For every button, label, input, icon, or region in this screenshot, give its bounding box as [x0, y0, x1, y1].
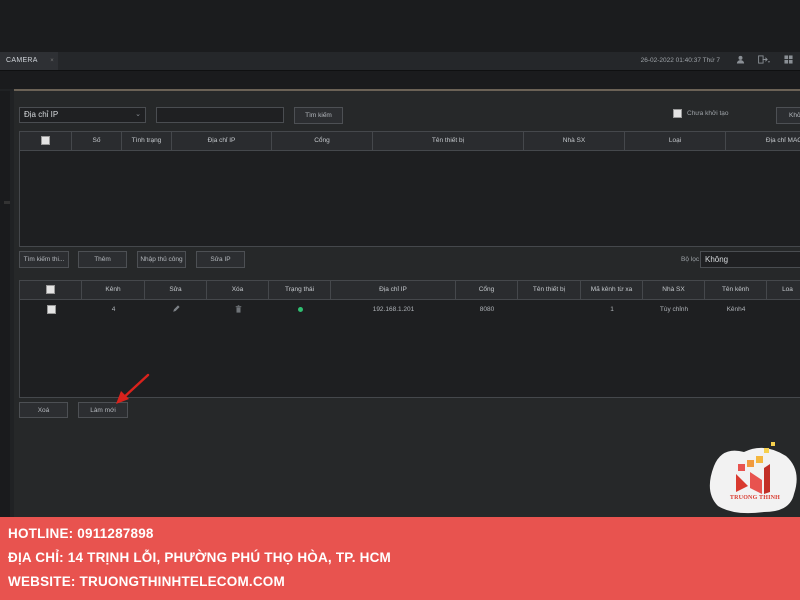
col-status: Tình trạng: [122, 132, 172, 150]
row-device-name: [518, 301, 581, 319]
col-remote-channel: Mã kênh từ xa: [581, 281, 643, 299]
channel-table-header: Kênh Sửa Xóa Trạng thái Địa chỉ IP Cổng …: [20, 281, 800, 300]
col-edit: Sửa: [145, 281, 207, 299]
col-port: Cổng: [272, 132, 373, 150]
contact-banner: HOTLINE: 0911287898 ĐỊA CHỈ: 14 TRỊNH LỖ…: [0, 517, 800, 600]
tab-close-icon[interactable]: ×: [50, 52, 54, 70]
datetime-display: 26-02-2022 01:40:37 Thứ 7: [640, 57, 720, 64]
col-type: Loại: [625, 132, 726, 150]
col-manufacturer: Nhà SX: [524, 132, 625, 150]
uninit-label: Chưa khởi tạo: [687, 110, 729, 117]
find-device-button[interactable]: Tìm kiếm thi...: [19, 251, 69, 268]
filter-dropdown[interactable]: Không: [700, 251, 800, 268]
delete-trash-icon[interactable]: [207, 301, 269, 319]
row-port: 8080: [479, 306, 495, 313]
row-channel-name: Kênh4: [726, 306, 746, 313]
logout-icon[interactable]: [758, 52, 771, 70]
channel-select-all-cell[interactable]: [20, 281, 82, 299]
col-channel: Kênh: [82, 281, 145, 299]
camera-panel: Địa chỉ IP ⌄ Tìm kiếm Chưa khởi tạo Khở …: [14, 91, 800, 517]
col-device-name: Tên thiết bị: [373, 132, 524, 150]
filter-label: Bộ lọc: [681, 256, 700, 263]
device-table-header: Số Tình trạng Địa chỉ IP Cổng Tên thiết …: [20, 132, 800, 151]
col-channel-port: Cổng: [456, 281, 518, 299]
device-search-table: Số Tình trạng Địa chỉ IP Cổng Tên thiết …: [19, 131, 800, 247]
hotline-text: HOTLINE: 0911287898: [8, 526, 154, 541]
manual-add-button[interactable]: Nhập thủ công: [137, 251, 186, 268]
col-delete: Xóa: [207, 281, 269, 299]
user-icon[interactable]: [736, 52, 745, 70]
col-channel-device-name: Tên thiết bị: [518, 281, 581, 299]
select-all-checkbox[interactable]: [41, 135, 50, 145]
col-ip: Địa chỉ IP: [172, 132, 272, 150]
col-mac: Địa chỉ MAC: [765, 137, 800, 144]
website-link[interactable]: WEBSITE: TRUONGTHINHTELECOM.COM: [8, 574, 285, 589]
add-button[interactable]: Thêm: [78, 251, 127, 268]
col-channel-name: Tên kênh: [705, 281, 767, 299]
table-row[interactable]: 4 192.168.1.201 8080 1 Tùy chỉnh Kênh4: [20, 301, 800, 319]
tab-camera[interactable]: CAMERA ×: [0, 52, 58, 70]
chevron-down-icon: ⌄: [135, 111, 141, 118]
filter-select-value: Địa chỉ IP: [24, 110, 59, 119]
col-channel-manufacturer: Nhà SX: [643, 281, 705, 299]
annotation-arrow-icon: [116, 373, 150, 404]
row-checkbox[interactable]: [46, 304, 56, 314]
delete-button[interactable]: Xoá: [19, 402, 68, 418]
truong-thinh-logo-icon: [709, 442, 797, 514]
row-remote-channel: 1: [610, 306, 614, 313]
logo-wordmark: TRUONG THINH: [729, 495, 781, 501]
nvr-screen: CAMERA × 26-02-2022 01:40:37 Thứ 7 Địa c…: [0, 0, 800, 517]
col-state: Trạng thái: [269, 281, 331, 299]
channel-select-all-checkbox[interactable]: [46, 284, 55, 294]
left-sidebar-strip: [0, 91, 10, 517]
col-channel-ip: Địa chỉ IP: [331, 281, 456, 299]
status-online-icon: [269, 301, 331, 319]
title-bar: CAMERA × 26-02-2022 01:40:37 Thứ 7: [0, 52, 800, 71]
uninit-checkbox[interactable]: [673, 109, 682, 118]
row-manufacturer: Tùy chỉnh: [659, 306, 689, 313]
device-select-all-cell[interactable]: [20, 132, 72, 150]
edit-pencil-icon[interactable]: [145, 301, 207, 319]
search-input[interactable]: [156, 107, 284, 123]
tab-camera-label: CAMERA: [6, 57, 38, 64]
toolbar-gap: [0, 71, 800, 89]
row-ip: 192.168.1.201: [372, 306, 415, 313]
edit-ip-button[interactable]: Sửa IP: [196, 251, 245, 268]
search-button[interactable]: Tìm kiếm: [294, 107, 343, 124]
col-number: Số: [72, 132, 122, 150]
col-speaker: Loa: [782, 286, 793, 293]
layout-grid-icon[interactable]: [784, 52, 793, 70]
address-text: ĐỊA CHỈ: 14 TRỊNH LỖI, PHƯỜNG PHÚ THỌ HÒ…: [8, 550, 391, 565]
row-select-cell[interactable]: [20, 301, 82, 319]
filter-select[interactable]: Địa chỉ IP ⌄: [19, 107, 146, 123]
initialize-button[interactable]: Khở: [776, 107, 800, 124]
row-channel: 4: [111, 306, 116, 313]
top-dark-band: [0, 0, 800, 52]
